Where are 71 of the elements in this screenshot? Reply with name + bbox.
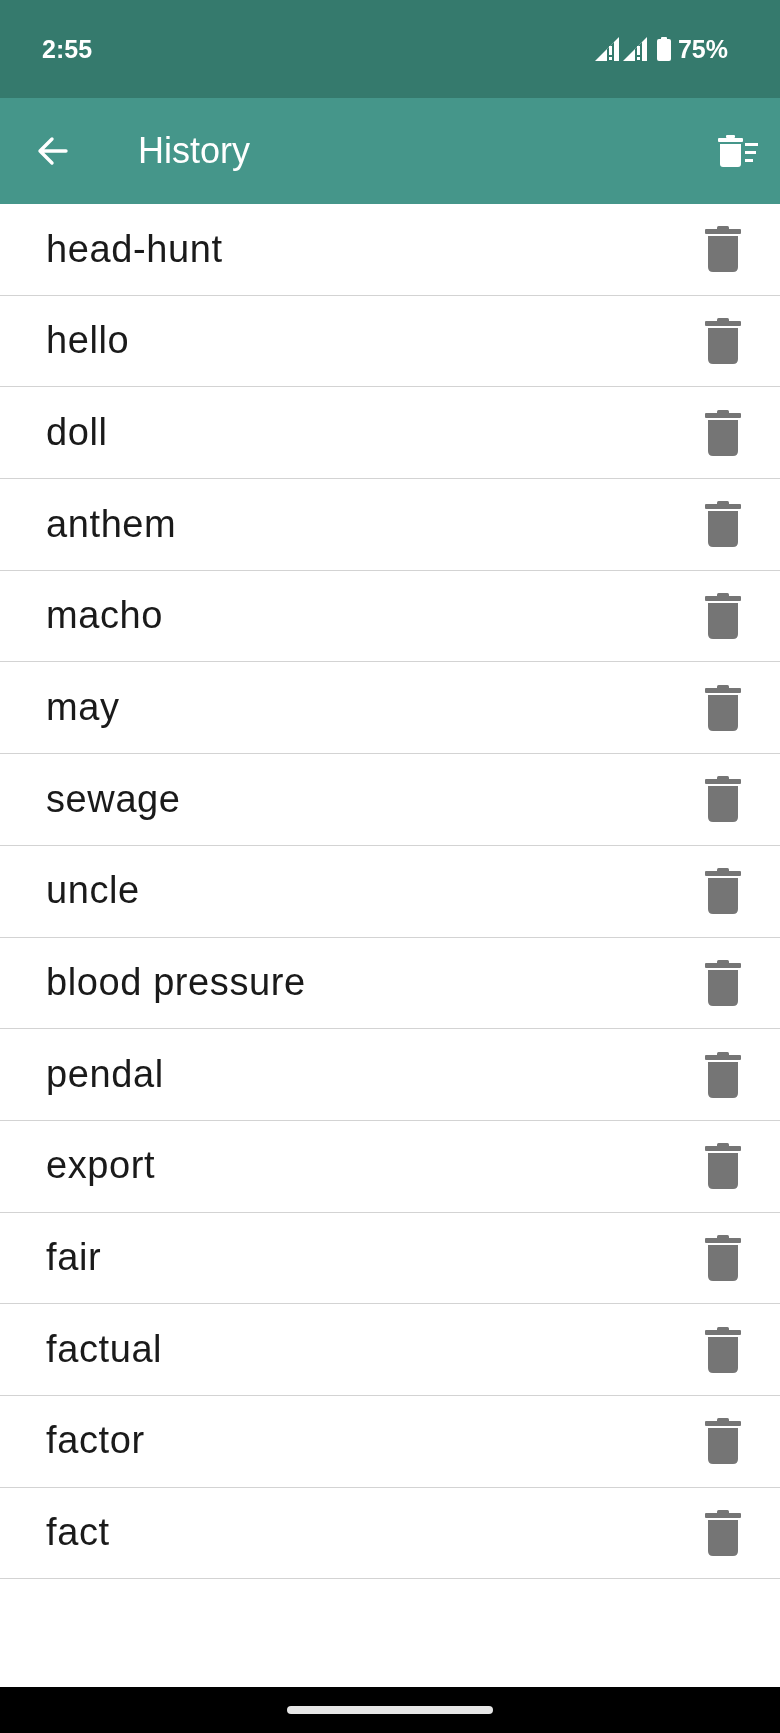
- history-item[interactable]: sewage: [0, 754, 780, 846]
- history-word: fair: [46, 1235, 102, 1281]
- delete-item-button[interactable]: [705, 1509, 741, 1556]
- clear-history-button[interactable]: [718, 135, 758, 167]
- delete-item-button[interactable]: [705, 684, 741, 731]
- trash-icon: [705, 1509, 741, 1556]
- trash-icon: [705, 684, 741, 731]
- delete-item-button[interactable]: [705, 959, 741, 1006]
- delete-item-button[interactable]: [705, 868, 741, 915]
- history-word: fact: [46, 1510, 110, 1556]
- history-item[interactable]: blood pressure: [0, 937, 780, 1030]
- history-word: anthem: [46, 501, 177, 547]
- history-item[interactable]: factual: [0, 1304, 780, 1396]
- delete-item-button[interactable]: [705, 1326, 741, 1373]
- delete-item-button[interactable]: [705, 409, 741, 456]
- history-word: head-hunt: [46, 226, 223, 272]
- history-item[interactable]: fair: [0, 1212, 780, 1305]
- history-word: hello: [46, 318, 130, 364]
- history-word: factor: [46, 1418, 145, 1464]
- home-gesture-handle[interactable]: [287, 1706, 493, 1714]
- clock-time: 2:55: [42, 36, 93, 62]
- trash-icon: [705, 501, 741, 548]
- history-item[interactable]: macho: [0, 570, 780, 663]
- history-item[interactable]: doll: [0, 387, 780, 480]
- history-item[interactable]: head-hunt: [0, 204, 780, 296]
- trash-icon: [705, 959, 741, 1006]
- delete-item-button[interactable]: [705, 318, 741, 365]
- history-item[interactable]: anthem: [0, 479, 780, 571]
- trash-icon: [705, 776, 741, 823]
- back-button[interactable]: [36, 136, 68, 166]
- delete-item-button[interactable]: [705, 1051, 741, 1098]
- trash-icon: [705, 226, 741, 273]
- history-word: pendal: [46, 1051, 164, 1097]
- history-item[interactable]: uncle: [0, 845, 780, 938]
- battery-percentage: 75%: [677, 36, 728, 62]
- trash-icon: [705, 1143, 741, 1190]
- trash-icon: [705, 593, 741, 640]
- delete-item-button[interactable]: [705, 1418, 741, 1465]
- delete-item-button[interactable]: [705, 226, 741, 273]
- history-item[interactable]: hello: [0, 295, 780, 388]
- delete-item-button[interactable]: [705, 776, 741, 823]
- history-word: export: [46, 1143, 156, 1189]
- trash-icon: [705, 1234, 741, 1281]
- history-item[interactable]: fact: [0, 1487, 780, 1580]
- history-item[interactable]: factor: [0, 1395, 780, 1488]
- battery-icon: [656, 37, 671, 61]
- delete-list-icon: [718, 135, 758, 167]
- history-word: factual: [46, 1326, 163, 1372]
- trash-icon: [705, 409, 741, 456]
- history-item[interactable]: may: [0, 662, 780, 755]
- history-word: sewage: [46, 776, 181, 822]
- trash-icon: [705, 1051, 741, 1098]
- signal-icon: [594, 37, 619, 61]
- history-item[interactable]: export: [0, 1120, 780, 1213]
- delete-item-button[interactable]: [705, 501, 741, 548]
- history-word: uncle: [46, 868, 140, 914]
- history-word: may: [46, 685, 120, 730]
- delete-item-button[interactable]: [705, 593, 741, 640]
- trash-icon: [705, 1326, 741, 1373]
- delete-item-button[interactable]: [705, 1234, 741, 1281]
- history-word: doll: [46, 409, 108, 455]
- signal-icon: [622, 37, 647, 61]
- history-word: blood pressure: [46, 960, 306, 1006]
- back-arrow-icon: [36, 136, 68, 166]
- history-item[interactable]: pendal: [0, 1029, 780, 1121]
- trash-icon: [705, 1418, 741, 1465]
- delete-item-button[interactable]: [705, 1143, 741, 1190]
- screen-title: History: [138, 129, 251, 173]
- trash-icon: [705, 318, 741, 365]
- history-word: macho: [46, 593, 164, 639]
- trash-icon: [705, 868, 741, 915]
